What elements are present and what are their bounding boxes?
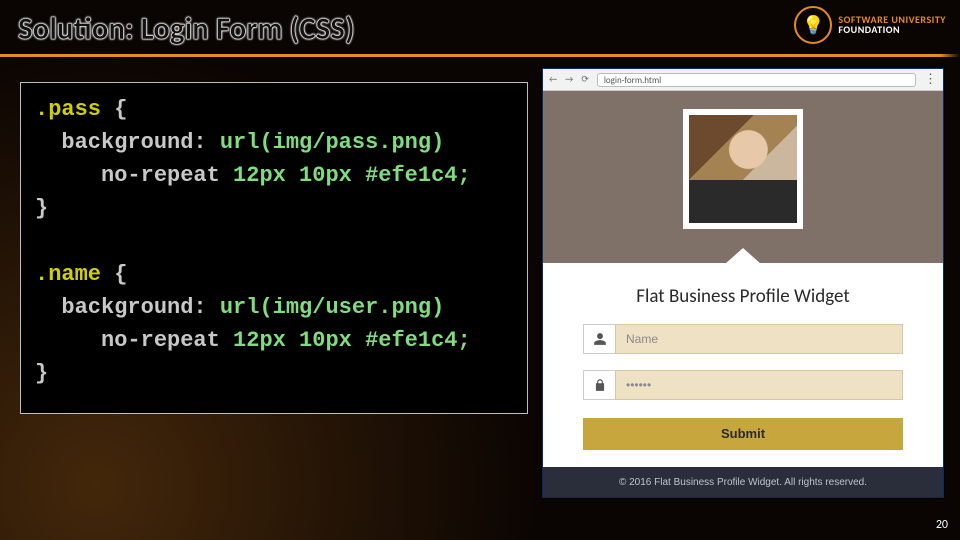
pass-field-row: •••••• [583,370,903,400]
browser-chrome-bar: ← → ⟳ login-form.html ⋮ [543,69,943,91]
widget-title: Flat Business Profile Widget [583,285,903,308]
hero-panel [543,91,943,263]
slide-title: Solution: Login Form (CSS) [18,10,355,48]
browser-mock: ← → ⟳ login-form.html ⋮ Flat Business Pr… [542,68,944,498]
name-field-row: Name [583,324,903,354]
address-bar[interactable]: login-form.html [597,73,916,87]
reload-icon[interactable]: ⟳ [581,74,589,85]
widget-footer: © 2016 Flat Business Profile Widget. All… [543,467,943,497]
submit-button[interactable]: Submit [583,418,903,450]
password-input[interactable]: •••••• [615,370,903,400]
lightbulb-icon: 💡 [794,6,832,44]
kebab-menu-icon[interactable]: ⋮ [924,73,937,87]
lock-icon [583,370,615,400]
forward-icon[interactable]: → [565,74,573,85]
avatar [683,109,803,229]
caret-up-icon [725,248,761,264]
value-name-vals: 12px 10px #efe1c4; [233,328,471,353]
brand-logo: 💡 SOFTWARE UNIVERSITY FOUNDATION [794,6,946,44]
selector-pass: .pass [35,97,101,122]
back-icon[interactable]: ← [549,74,557,85]
name-input[interactable]: Name [615,324,903,354]
logo-line-2: FOUNDATION [838,25,946,36]
selector-name: .name [35,262,101,287]
css-code-block: .pass { background: url(img/pass.png) no… [20,82,528,414]
avatar-image [689,115,797,223]
widget-body: Flat Business Profile Widget Name ••••••… [543,263,943,466]
page-number: 20 [936,518,948,532]
value-pass-vals: 12px 10px #efe1c4; [233,163,471,188]
value-name-url: url(img/user.png) [220,295,444,320]
title-underline [0,54,960,57]
value-pass-url: url(img/pass.png) [220,130,444,155]
user-icon [583,324,615,354]
